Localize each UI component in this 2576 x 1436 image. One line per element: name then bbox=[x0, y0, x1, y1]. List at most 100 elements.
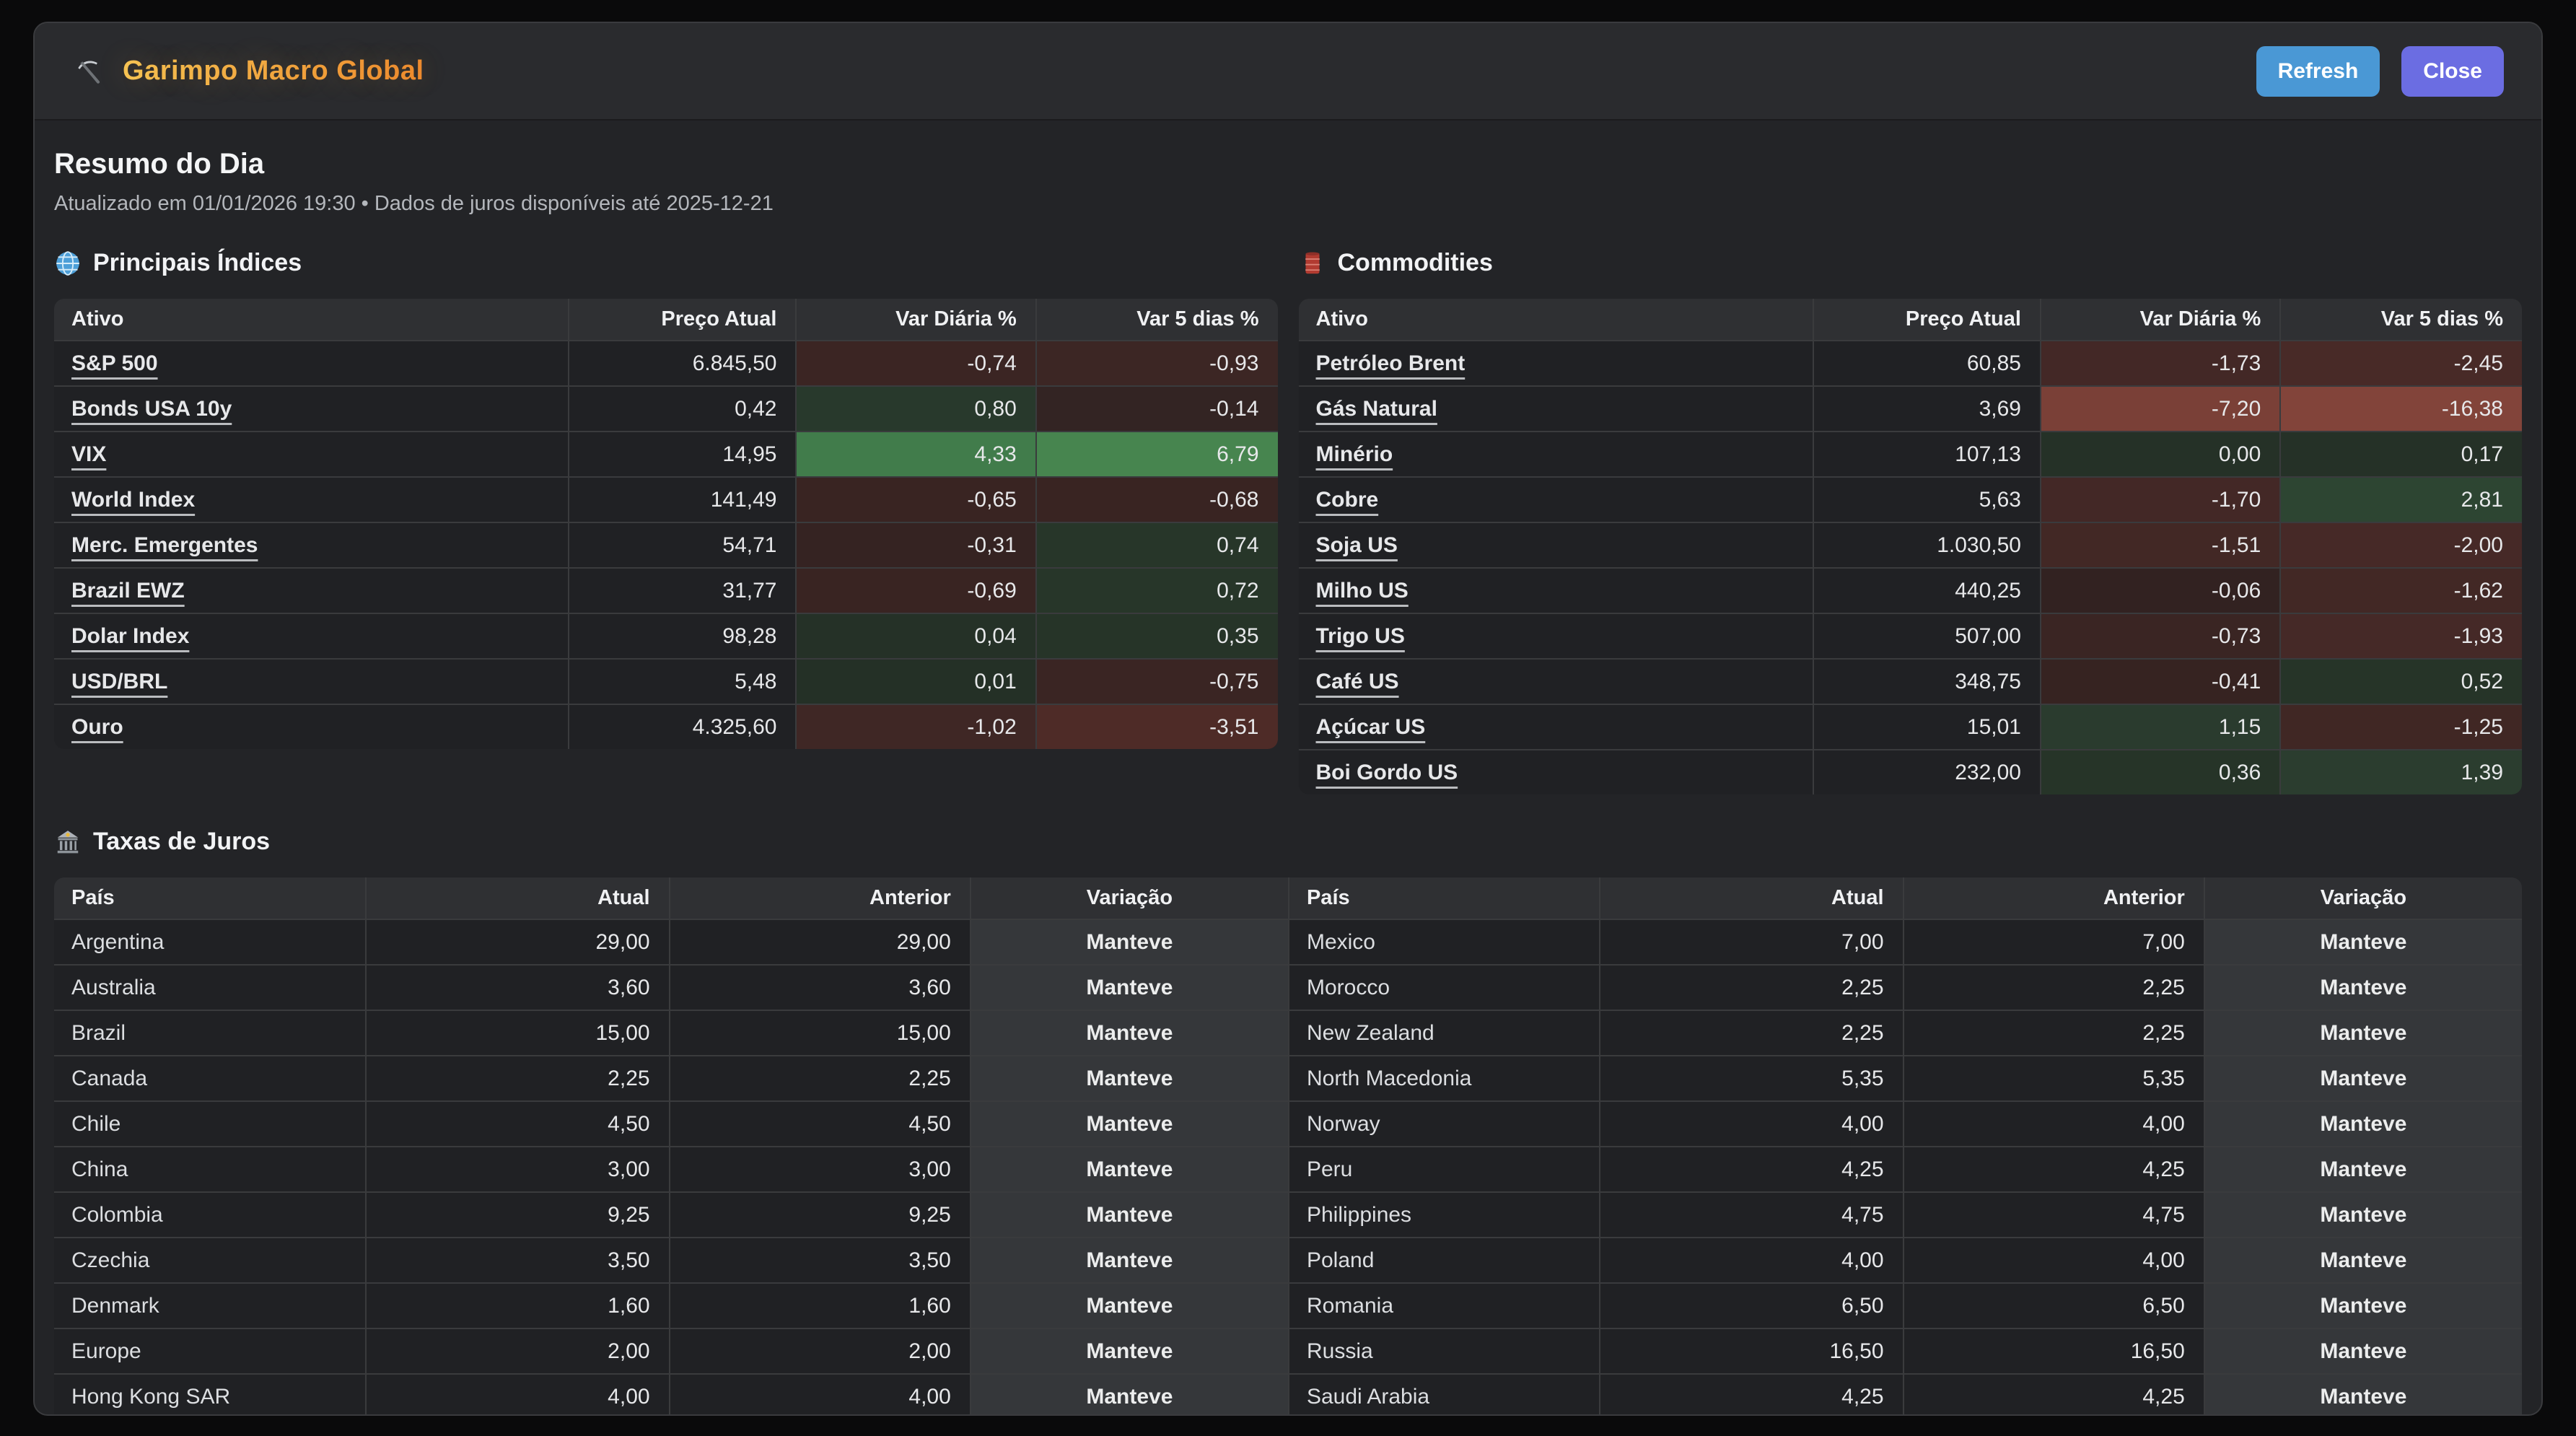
table-row: Czechia3,503,50MantevePoland4,004,00Mant… bbox=[54, 1237, 2522, 1282]
current-rate-cell: 4,00 bbox=[1599, 1100, 1903, 1146]
country-cell: New Zealand bbox=[1288, 1010, 1599, 1055]
asset-cell: Cobre bbox=[1299, 476, 1813, 522]
table-row: Australia3,603,60ManteveMorocco2,252,25M… bbox=[54, 964, 2522, 1010]
change-cell: Manteve bbox=[970, 1100, 1288, 1146]
asset-link[interactable]: Café US bbox=[1316, 670, 1399, 693]
asset-link[interactable]: Milho US bbox=[1316, 579, 1409, 603]
asset-link[interactable]: VIX bbox=[71, 442, 106, 466]
price-cell: 4.325,60 bbox=[568, 704, 795, 749]
var-5d-cell: -0,93 bbox=[1035, 340, 1278, 385]
indices-section-header: Principais Índices bbox=[54, 249, 1278, 277]
var-daily-cell: -0,65 bbox=[795, 476, 1035, 522]
var-5d-cell: 2,81 bbox=[2279, 476, 2522, 522]
previous-rate-cell: 2,25 bbox=[1903, 964, 2204, 1010]
table-row: Bonds USA 10y0,420,80-0,14 bbox=[54, 385, 1278, 431]
asset-link[interactable]: Merc. Emergentes bbox=[71, 533, 258, 557]
var-5d-cell: 0,35 bbox=[1035, 613, 1278, 658]
price-cell: 15,01 bbox=[1813, 704, 2040, 749]
previous-rate-cell: 1,60 bbox=[669, 1282, 970, 1328]
var-daily-cell: 0,36 bbox=[2040, 749, 2279, 794]
previous-rate-cell: 29,00 bbox=[669, 919, 970, 964]
table-row: Denmark1,601,60ManteveRomania6,506,50Man… bbox=[54, 1282, 2522, 1328]
table-row: USD/BRL5,480,01-0,75 bbox=[54, 658, 1278, 704]
top-tables-grid: Principais Índices AtivoPreço AtualVar D… bbox=[54, 216, 2522, 794]
current-rate-cell: 7,00 bbox=[1599, 919, 1903, 964]
previous-rate-cell: 2,25 bbox=[1903, 1010, 2204, 1055]
asset-cell: World Index bbox=[54, 476, 568, 522]
asset-link[interactable]: Ouro bbox=[71, 715, 123, 739]
refresh-button[interactable]: Refresh bbox=[2256, 46, 2380, 97]
asset-link[interactable]: S&P 500 bbox=[71, 351, 158, 375]
var-5d-cell: 0,17 bbox=[2279, 431, 2522, 476]
current-rate-cell: 4,00 bbox=[365, 1373, 669, 1416]
current-rate-cell: 3,60 bbox=[365, 964, 669, 1010]
var-daily-cell: -0,74 bbox=[795, 340, 1035, 385]
column-header: Variação bbox=[2204, 877, 2522, 919]
change-cell: Manteve bbox=[970, 919, 1288, 964]
var-daily-cell: -0,06 bbox=[2040, 567, 2279, 613]
previous-rate-cell: 4,50 bbox=[669, 1100, 970, 1146]
rates-table: PaísAtualAnteriorVariaçãoPaísAtualAnteri… bbox=[54, 877, 2522, 1416]
header-row: AtivoPreço AtualVar Diária %Var 5 dias % bbox=[54, 299, 1278, 340]
price-cell: 107,13 bbox=[1813, 431, 2040, 476]
asset-link[interactable]: Bonds USA 10y bbox=[71, 397, 232, 421]
asset-link[interactable]: Soja US bbox=[1316, 533, 1398, 557]
summary-title: Resumo do Dia bbox=[54, 148, 2522, 180]
change-cell: Manteve bbox=[2204, 1010, 2522, 1055]
asset-link[interactable]: Gás Natural bbox=[1316, 397, 1437, 421]
current-rate-cell: 16,50 bbox=[1599, 1328, 1903, 1373]
asset-link[interactable]: Brazil EWZ bbox=[71, 579, 185, 603]
previous-rate-cell: 2,25 bbox=[669, 1055, 970, 1100]
var-daily-cell: -1,73 bbox=[2040, 340, 2279, 385]
asset-link[interactable]: USD/BRL bbox=[71, 670, 167, 693]
change-cell: Manteve bbox=[2204, 1100, 2522, 1146]
change-cell: Manteve bbox=[2204, 919, 2522, 964]
asset-link[interactable]: Petróleo Brent bbox=[1316, 351, 1466, 375]
column-header: Atual bbox=[1599, 877, 1903, 919]
commodities-section-header: Commodities bbox=[1299, 249, 2523, 277]
asset-link[interactable]: Minério bbox=[1316, 442, 1393, 466]
column-header: Var 5 dias % bbox=[1035, 299, 1278, 340]
asset-link[interactable]: Dolar Index bbox=[71, 624, 189, 648]
previous-rate-cell: 4,75 bbox=[1903, 1191, 2204, 1237]
change-cell: Manteve bbox=[970, 1237, 1288, 1282]
current-rate-cell: 1,60 bbox=[365, 1282, 669, 1328]
commodities-table: AtivoPreço AtualVar Diária %Var 5 dias %… bbox=[1299, 299, 2523, 794]
current-rate-cell: 3,50 bbox=[365, 1237, 669, 1282]
table-row: Soja US1.030,50-1,51-2,00 bbox=[1299, 522, 2523, 567]
asset-link[interactable]: Boi Gordo US bbox=[1316, 761, 1458, 784]
table-row: Merc. Emergentes54,71-0,310,74 bbox=[54, 522, 1278, 567]
change-cell: Manteve bbox=[970, 964, 1288, 1010]
asset-link[interactable]: World Index bbox=[71, 488, 195, 512]
country-cell: Morocco bbox=[1288, 964, 1599, 1010]
table-row: Colombia9,259,25MantevePhilippines4,754,… bbox=[54, 1191, 2522, 1237]
current-rate-cell: 15,00 bbox=[365, 1010, 669, 1055]
var-daily-cell: 4,33 bbox=[795, 431, 1035, 476]
var-5d-cell: -2,00 bbox=[2279, 522, 2522, 567]
var-5d-cell: -1,25 bbox=[2279, 704, 2522, 749]
var-daily-cell: 0,04 bbox=[795, 613, 1035, 658]
table-row: Chile4,504,50ManteveNorway4,004,00Mantev… bbox=[54, 1100, 2522, 1146]
close-button[interactable]: Close bbox=[2401, 46, 2504, 97]
asset-cell: Boi Gordo US bbox=[1299, 749, 1813, 794]
country-cell: Chile bbox=[54, 1100, 365, 1146]
table-row: Café US348,75-0,410,52 bbox=[1299, 658, 2523, 704]
asset-link[interactable]: Trigo US bbox=[1316, 624, 1405, 648]
previous-rate-cell: 16,50 bbox=[1903, 1328, 2204, 1373]
asset-cell: Gás Natural bbox=[1299, 385, 1813, 431]
asset-link[interactable]: Açúcar US bbox=[1316, 715, 1426, 739]
previous-rate-cell: 7,00 bbox=[1903, 919, 2204, 964]
country-cell: China bbox=[54, 1146, 365, 1191]
price-cell: 54,71 bbox=[568, 522, 795, 567]
price-cell: 60,85 bbox=[1813, 340, 2040, 385]
asset-cell: Dolar Index bbox=[54, 613, 568, 658]
previous-rate-cell: 4,25 bbox=[1903, 1146, 2204, 1191]
asset-link[interactable]: Cobre bbox=[1316, 488, 1379, 512]
var-daily-cell: -0,31 bbox=[795, 522, 1035, 567]
country-cell: North Macedonia bbox=[1288, 1055, 1599, 1100]
pickaxe-icon bbox=[72, 56, 104, 87]
rates-section-title: Taxas de Juros bbox=[93, 828, 270, 856]
change-cell: Manteve bbox=[2204, 1373, 2522, 1416]
change-cell: Manteve bbox=[970, 1328, 1288, 1373]
var-daily-cell: -7,20 bbox=[2040, 385, 2279, 431]
